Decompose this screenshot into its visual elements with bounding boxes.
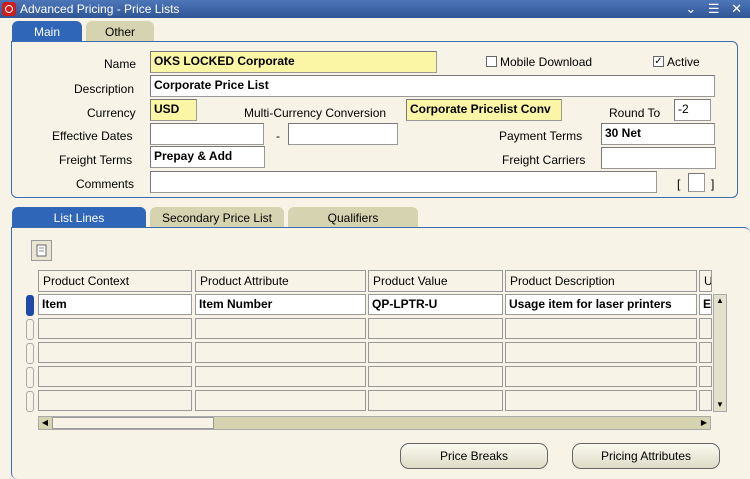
cell-product-attribute[interactable] <box>195 318 366 339</box>
freight-terms-label: Freight Terms <box>59 153 133 167</box>
tab-secondary-price-list[interactable]: Secondary Price List <box>150 207 284 228</box>
dff-bracket-close: ] <box>711 177 715 191</box>
pricing-attributes-button[interactable]: Pricing Attributes <box>572 443 720 469</box>
cell-uom[interactable] <box>699 342 712 363</box>
cell-product-value[interactable] <box>368 318 503 339</box>
description-field[interactable]: Corporate Price List <box>150 75 715 97</box>
cell-product-description[interactable] <box>505 342 697 363</box>
col-product-description: Product Description <box>505 270 697 292</box>
currency-field[interactable]: USD <box>150 99 197 121</box>
row-indicator[interactable] <box>26 391 34 412</box>
row-indicator-current[interactable] <box>26 295 34 316</box>
name-field[interactable]: OKS LOCKED Corporate <box>150 51 437 73</box>
payment-terms-field[interactable]: 30 Net <box>601 123 715 145</box>
col-product-attribute: Product Attribute <box>195 270 366 292</box>
scroll-up-icon[interactable]: ▲ <box>714 295 726 307</box>
oracle-logo-icon <box>2 2 16 16</box>
scroll-right-icon[interactable]: ▶ <box>698 417 710 429</box>
tab-qualifiers[interactable]: Qualifiers <box>288 207 418 228</box>
cell-product-context[interactable] <box>38 342 192 363</box>
effective-from-field[interactable] <box>150 123 264 145</box>
col-product-value: Product Value <box>368 270 503 292</box>
cell-product-attribute[interactable] <box>195 366 366 387</box>
multi-currency-field[interactable]: Corporate Pricelist Conv <box>406 99 562 121</box>
freight-terms-field[interactable]: Prepay & Add <box>150 146 265 168</box>
round-to-label: Round To <box>609 106 661 120</box>
cell-product-context[interactable] <box>38 318 192 339</box>
cell-product-attribute[interactable]: Item Number <box>195 294 366 315</box>
tab-main[interactable]: Main <box>12 21 82 42</box>
scroll-thumb[interactable] <box>52 417 214 429</box>
horizontal-scrollbar[interactable]: ◀ ▶ <box>38 416 711 430</box>
cell-product-attribute[interactable] <box>195 342 366 363</box>
window-controls[interactable]: ⌄ ☰ ✕ <box>685 1 746 17</box>
col-product-context: Product Context <box>38 270 192 292</box>
window-title-bar: Advanced Pricing - Price Lists ⌄ ☰ ✕ <box>0 0 750 18</box>
descriptive-flexfield[interactable] <box>688 173 705 192</box>
cell-product-attribute[interactable] <box>195 390 366 411</box>
cell-uom[interactable] <box>699 366 712 387</box>
cell-product-description[interactable] <box>505 366 697 387</box>
row-indicator[interactable] <box>26 343 34 364</box>
cell-uom[interactable] <box>699 390 712 411</box>
cell-product-context[interactable] <box>38 390 192 411</box>
cell-product-description[interactable]: Usage item for laser printers <box>505 294 697 315</box>
payment-terms-label: Payment Terms <box>499 129 583 143</box>
cell-uom[interactable]: E <box>699 294 712 315</box>
scroll-down-icon[interactable]: ▼ <box>714 399 726 411</box>
cell-product-context[interactable] <box>38 366 192 387</box>
effective-to-field[interactable] <box>288 123 398 145</box>
active-label: Active <box>667 55 700 69</box>
comments-field[interactable] <box>150 171 657 193</box>
round-to-field[interactable]: -2 <box>674 99 711 121</box>
col-uom: U <box>699 270 712 292</box>
description-label: Description <box>74 82 135 96</box>
effective-dates-label: Effective Dates <box>52 129 133 143</box>
freight-carriers-label: Freight Carriers <box>502 153 586 167</box>
cell-product-value[interactable] <box>368 390 503 411</box>
comments-label: Comments <box>76 177 135 191</box>
name-label: Name <box>104 57 137 71</box>
date-separator: - <box>276 129 280 143</box>
cell-product-description[interactable] <box>505 318 697 339</box>
tab-list-lines[interactable]: List Lines <box>12 207 146 228</box>
row-indicator[interactable] <box>26 367 34 388</box>
mobile-download-checkbox[interactable] <box>486 56 497 67</box>
tab-other[interactable]: Other <box>86 21 154 42</box>
freight-carriers-field[interactable] <box>601 147 716 169</box>
row-indicator[interactable] <box>26 319 34 340</box>
currency-label: Currency <box>87 106 136 120</box>
cell-product-value[interactable] <box>368 366 503 387</box>
dff-bracket-open: [ <box>677 177 681 191</box>
cell-uom[interactable] <box>699 318 712 339</box>
mobile-download-label: Mobile Download <box>500 55 593 69</box>
cell-product-value[interactable] <box>368 342 503 363</box>
vertical-scrollbar[interactable]: ▲ ▼ <box>713 294 727 412</box>
window-title: Advanced Pricing - Price Lists <box>20 2 180 16</box>
multi-currency-label: Multi-Currency Conversion <box>244 106 387 120</box>
cell-product-context[interactable]: Item <box>38 294 192 315</box>
cell-product-description[interactable] <box>505 390 697 411</box>
scroll-left-icon[interactable]: ◀ <box>39 417 51 429</box>
cell-product-value[interactable]: QP-LPTR-U <box>368 294 503 315</box>
price-breaks-button[interactable]: Price Breaks <box>400 443 548 469</box>
active-checkbox[interactable]: ✓ <box>653 56 664 67</box>
edit-icon[interactable] <box>31 240 52 261</box>
